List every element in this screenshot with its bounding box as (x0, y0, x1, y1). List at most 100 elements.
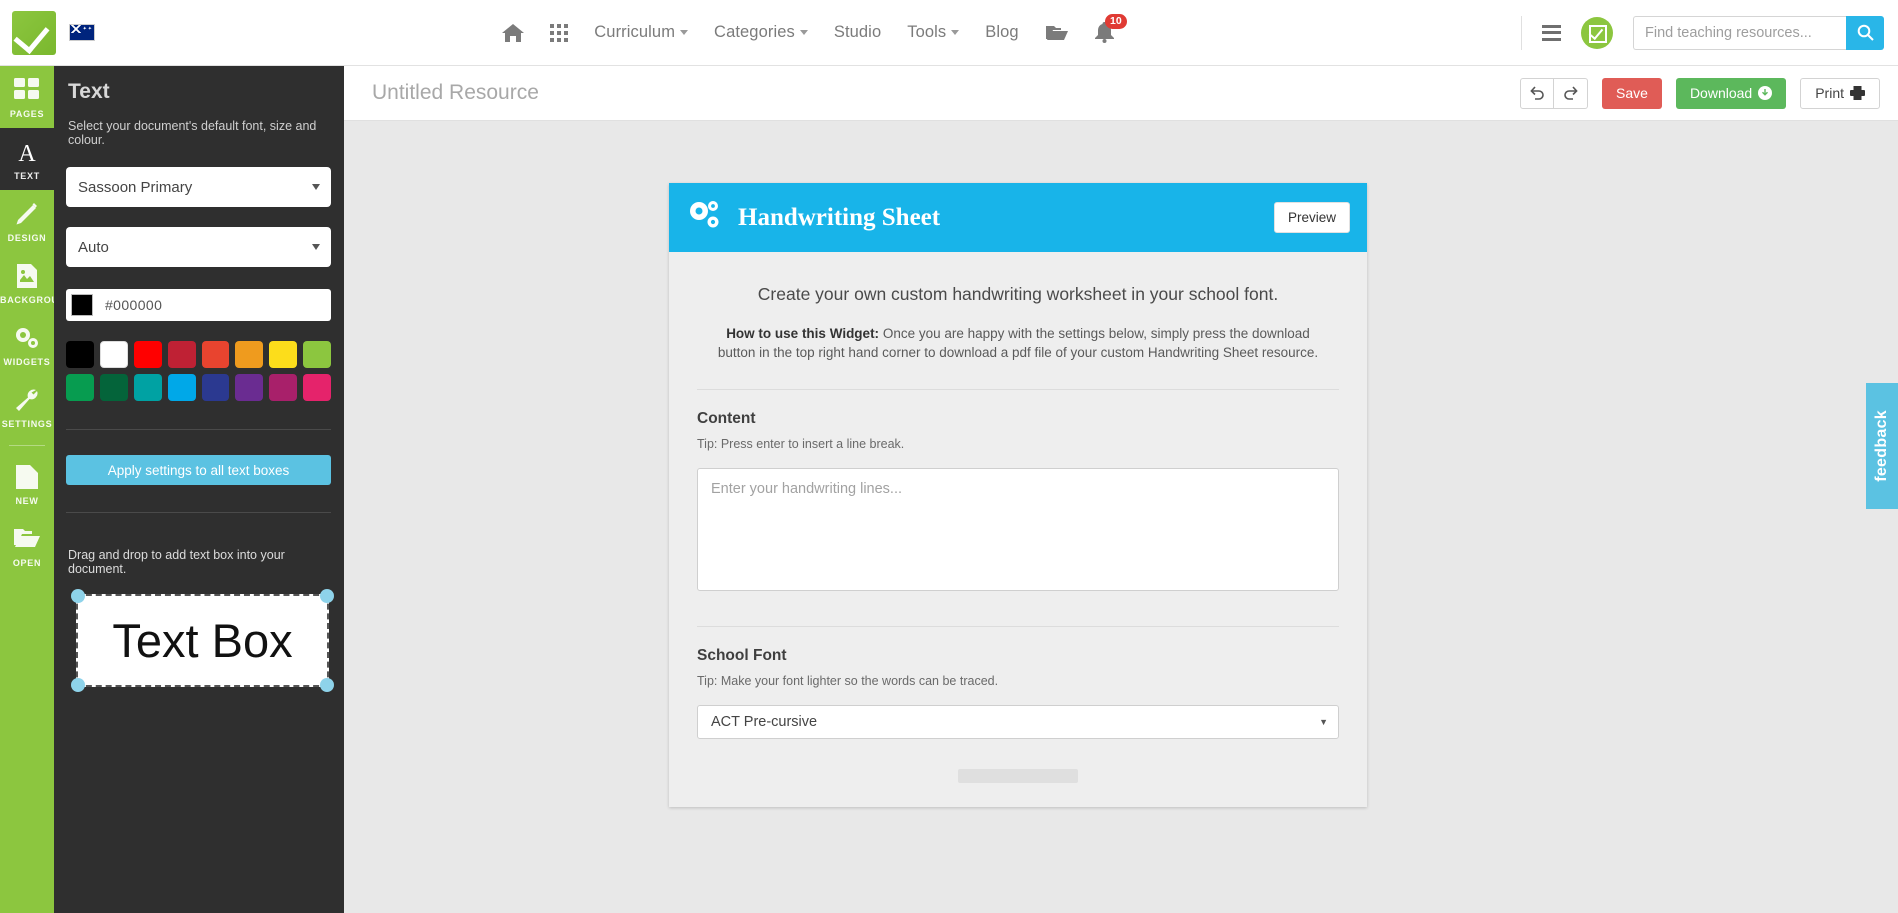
resize-handle-bottom-left[interactable] (71, 678, 85, 692)
rail-label: DESIGN (7, 233, 47, 243)
redo-icon[interactable] (1554, 77, 1589, 109)
hamburger-menu-icon[interactable] (1542, 24, 1561, 41)
school-font-section-label: School Font (697, 646, 787, 664)
left-tool-rail: PAGES A TEXT DESIGN BACKGROUND WIDGETS S… (0, 66, 73, 913)
save-button[interactable]: Save (1602, 77, 1662, 109)
handwriting-sheet-widget: Handwriting Sheet Preview Create your ow… (669, 183, 1367, 807)
nav-divider (1521, 15, 1522, 50)
top-navigation-bar: Curriculum Categories Studio Tools Blog … (0, 0, 1898, 66)
resize-handle-top-right[interactable] (320, 589, 334, 603)
download-icon (1758, 86, 1773, 100)
teach-starter-logo[interactable] (12, 10, 56, 55)
feedback-label: feedback (1873, 410, 1890, 482)
color-swatch[interactable] (99, 341, 128, 368)
editor-actions: Save Download Print (1520, 77, 1880, 109)
preview-button[interactable]: Preview (1273, 202, 1350, 233)
color-hex-field[interactable]: #000000 (66, 289, 331, 321)
nav-link-tools[interactable]: Tools (907, 23, 960, 42)
section-divider-2 (697, 625, 1339, 627)
resize-handle-top-left[interactable] (71, 589, 85, 603)
rail-item-pages[interactable]: PAGES (0, 66, 54, 128)
color-swatch[interactable] (133, 374, 162, 401)
text-icon: A (0, 140, 54, 167)
nav-link-blog[interactable]: Blog (985, 23, 1018, 42)
color-swatch[interactable] (235, 341, 264, 368)
rail-label: WIDGETS (3, 357, 51, 367)
undo-icon[interactable] (1520, 77, 1555, 109)
australian-flag-icon[interactable] (69, 24, 95, 41)
color-swatch[interactable] (303, 374, 331, 401)
widget-title: Handwriting Sheet (738, 203, 941, 231)
color-swatch[interactable] (167, 341, 196, 368)
chevron-down-icon (799, 30, 808, 35)
pages-icon (0, 78, 54, 104)
rail-item-widgets[interactable]: WIDGETS (0, 314, 54, 376)
notification-badge: 10 (1105, 14, 1127, 29)
handwriting-lines-textarea[interactable] (697, 467, 1339, 591)
current-color-chip[interactable] (71, 294, 93, 316)
user-avatar[interactable] (1581, 16, 1613, 49)
rail-item-design[interactable]: DESIGN (0, 190, 54, 252)
widget-howto-text: How to use this Widget: Once you are hap… (697, 325, 1339, 385)
school-font-section-tip: Tip: Make your font lighter so the words… (697, 673, 999, 688)
rail-separator (9, 445, 45, 446)
feedback-tab[interactable]: feedback (1866, 383, 1898, 509)
folder-open-icon (0, 527, 54, 553)
search-box (1633, 15, 1884, 50)
folder-open-icon[interactable] (1045, 23, 1069, 42)
printer-icon (1850, 86, 1865, 100)
rail-label: OPEN (12, 558, 42, 568)
color-swatch[interactable] (66, 341, 94, 368)
font-size-value: Auto (78, 238, 109, 256)
color-swatch[interactable] (133, 341, 162, 368)
rail-item-text[interactable]: A TEXT (0, 128, 54, 190)
rail-item-open[interactable]: OPEN (0, 515, 54, 577)
print-label: Print (1815, 85, 1844, 101)
rail-item-background[interactable]: BACKGROUND (0, 252, 73, 314)
nav-link-curriculum[interactable]: Curriculum (594, 23, 689, 42)
howto-label: How to use this Widget: (726, 326, 880, 341)
color-swatch[interactable] (235, 374, 264, 401)
download-button[interactable]: Download (1675, 77, 1787, 109)
font-size-select[interactable]: Auto (66, 227, 331, 267)
content-section-tip: Tip: Press enter to insert a line break. (697, 436, 905, 451)
color-swatch[interactable] (201, 341, 230, 368)
color-swatch[interactable] (269, 374, 298, 401)
editor-toolbar: Untitled Resource Save Download Print (344, 66, 1898, 121)
rail-label: PAGES (9, 109, 45, 119)
image-icon (0, 264, 54, 290)
school-font-value: ACT Pre-cursive (711, 713, 818, 730)
rail-item-settings[interactable]: SETTINGS (0, 376, 54, 438)
svg-text:A: A (18, 141, 36, 164)
apply-settings-button[interactable]: Apply settings to all text boxes (66, 455, 331, 485)
print-button[interactable]: Print (1800, 77, 1880, 109)
nav-link-categories[interactable]: Categories (714, 23, 808, 42)
notifications-bell-icon[interactable]: 10 (1094, 14, 1127, 43)
home-icon[interactable] (502, 23, 525, 43)
search-submit-button[interactable] (1846, 15, 1884, 50)
new-file-icon (0, 465, 54, 491)
color-swatch[interactable] (303, 341, 331, 368)
nav-link-studio[interactable]: Studio (834, 23, 881, 42)
section-divider (697, 388, 1339, 390)
color-hex-value: #000000 (105, 297, 163, 313)
document-title[interactable]: Untitled Resource (372, 81, 539, 105)
nav-right-group (1521, 15, 1898, 50)
apps-grid-icon[interactable] (550, 23, 569, 42)
panel-divider (66, 429, 331, 430)
color-swatch[interactable] (201, 374, 230, 401)
color-swatch[interactable] (66, 374, 94, 401)
pencil-icon (0, 202, 54, 228)
text-settings-panel: Text Select your document's default font… (54, 66, 344, 913)
widget-header: Handwriting Sheet Preview (669, 183, 1367, 252)
resize-handle-bottom-right[interactable] (320, 678, 334, 692)
draggable-text-box[interactable]: Text Box (71, 589, 334, 692)
rail-item-new[interactable]: NEW (0, 453, 54, 515)
rail-label: BACKGROUND (0, 295, 73, 305)
color-swatch[interactable] (269, 341, 298, 368)
font-family-select[interactable]: Sassoon Primary (66, 167, 331, 207)
color-swatch[interactable] (99, 374, 128, 401)
search-input[interactable] (1633, 15, 1846, 50)
color-swatch[interactable] (167, 374, 196, 401)
school-font-select[interactable]: ACT Pre-cursive ▼ (697, 704, 1339, 739)
